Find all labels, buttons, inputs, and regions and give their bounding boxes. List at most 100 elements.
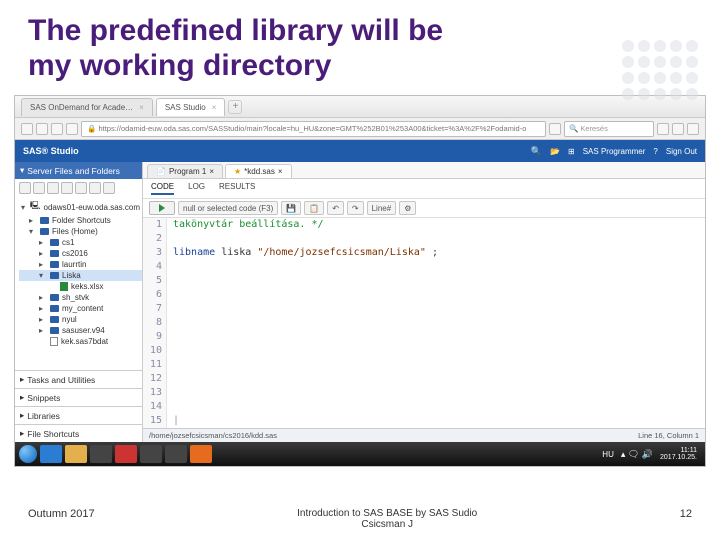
search-box[interactable]: 🔍Keresés — [564, 121, 654, 137]
subtab-results[interactable]: RESULTS — [219, 182, 255, 195]
line-num: 3 — [143, 246, 162, 260]
taskbar-app-icon[interactable] — [165, 445, 187, 463]
folder-icon — [50, 239, 59, 246]
tree-node[interactable]: ▸sh_stvk — [19, 292, 142, 303]
tree-root[interactable]: ▾🖳odaws01-euw.oda.sas.com — [19, 199, 142, 215]
taskbar-firefox-icon[interactable] — [190, 445, 212, 463]
tree-node[interactable]: ▸nyul — [19, 314, 142, 325]
tool-button[interactable]: ↷ — [347, 201, 364, 215]
tray-icon[interactable]: ▴ 🗨 🔊 — [621, 449, 653, 460]
folder-icon — [50, 305, 59, 312]
lock-icon: 🔒 — [87, 124, 96, 133]
browser-tabstrip: SAS OnDemand for Acade…× SAS Studio× + — [15, 96, 705, 118]
folder-icon — [50, 272, 59, 279]
tree-label: Folder Shortcuts — [52, 216, 111, 225]
code-comment: takönyvtár beállítása. */ — [173, 219, 324, 230]
reload-button[interactable] — [51, 123, 63, 135]
tree-file[interactable]: kek.sas7bdat — [19, 336, 142, 347]
slide-title: The predefined library will be my workin… — [0, 0, 720, 89]
role-label[interactable]: SAS Programmer — [583, 147, 646, 156]
code-area[interactable]: 1 2 3 4 5 6 7 8 9 10 11 12 13 14 15 — [143, 218, 705, 428]
editor-subtabs: CODE LOG RESULTS — [143, 179, 705, 199]
star-icon: ★ — [234, 167, 241, 176]
tool-button[interactable] — [19, 182, 31, 194]
subtab-code[interactable]: CODE — [151, 182, 174, 195]
clock[interactable]: 11:11 2017.10.25. — [656, 447, 701, 461]
code-lines[interactable]: takönyvtár beállítása. */ libname liska … — [167, 218, 705, 428]
start-button[interactable] — [19, 445, 37, 463]
close-icon[interactable]: × — [278, 167, 283, 176]
line-num: 15 — [143, 414, 162, 428]
new-button[interactable]: ⊞ — [568, 147, 575, 156]
code-line — [173, 302, 705, 316]
address-bar[interactable]: 🔒 https://odamid-euw.oda.sas.com/SASStud… — [81, 121, 546, 137]
search-placeholder: Keresés — [580, 124, 608, 133]
taskbar-ie-icon[interactable] — [40, 445, 62, 463]
line-jump[interactable]: Line# — [367, 201, 397, 215]
sidebar-section-snippets[interactable]: ▸Snippets — [15, 388, 142, 406]
code-line — [173, 372, 705, 386]
sidebar-header-files[interactable]: ▾Server Files and Folders — [15, 162, 142, 179]
addons-button[interactable] — [672, 123, 684, 135]
tool-button[interactable]: ⚙ — [399, 201, 416, 215]
back-button[interactable] — [21, 123, 33, 135]
sidebar-section-libraries[interactable]: ▸Libraries — [15, 406, 142, 424]
tool-button[interactable] — [103, 182, 115, 194]
footer-center-l1: Introduction to SAS BASE by SAS Sudio — [297, 508, 477, 519]
tree-file[interactable]: keks.xlsx — [19, 281, 142, 292]
sidebar-section-fileshortcuts[interactable]: ▸File Shortcuts — [15, 424, 142, 442]
forward-button[interactable] — [36, 123, 48, 135]
sidebar-section-tasks[interactable]: ▸Tasks and Utilities — [15, 370, 142, 388]
new-tab-button[interactable]: + — [228, 100, 242, 114]
browser-tab[interactable]: SAS Studio× — [156, 98, 226, 116]
tool-button[interactable] — [47, 182, 59, 194]
editor-toolbar: null or selected code (F3) 💾 📋 ↶ ↷ Line#… — [143, 199, 705, 218]
search-icon[interactable]: 🔍 — [531, 146, 542, 157]
stop-button[interactable] — [549, 123, 561, 135]
clock-date: 2017.10.25. — [660, 454, 697, 461]
tool-button[interactable]: 📋 — [304, 201, 324, 215]
editor-tab-active[interactable]: ★*kdd.sas× — [225, 164, 292, 178]
close-icon[interactable]: × — [139, 103, 144, 112]
tree-label: sh_stvk — [62, 293, 89, 302]
close-icon[interactable]: × — [212, 103, 217, 112]
browser-tab[interactable]: SAS OnDemand for Acade…× — [21, 98, 153, 116]
tool-button[interactable] — [61, 182, 73, 194]
tree-label: kek.sas7bdat — [61, 337, 108, 346]
tree-node[interactable]: ▸cs1 — [19, 237, 142, 248]
tree-node[interactable]: ▸sasuser.v94 — [19, 325, 142, 336]
line-num: 8 — [143, 316, 162, 330]
close-icon[interactable]: × — [209, 167, 214, 176]
tool-button[interactable] — [89, 182, 101, 194]
help-icon[interactable]: ? — [653, 147, 657, 156]
xlsx-icon — [60, 282, 68, 291]
folder-open-icon[interactable]: 📂 — [550, 147, 560, 156]
code-line: takönyvtár beállítása. */ — [173, 218, 705, 232]
taskbar-app-icon[interactable] — [90, 445, 112, 463]
section-label: Libraries — [27, 411, 60, 421]
tool-button[interactable] — [33, 182, 45, 194]
tool-button[interactable] — [75, 182, 87, 194]
tree-node[interactable]: ▸Folder Shortcuts — [19, 215, 142, 226]
tree-node[interactable]: ▸laurrtin — [19, 259, 142, 270]
tree-node[interactable]: ▾Files (Home) — [19, 226, 142, 237]
taskbar-app-icon[interactable] — [140, 445, 162, 463]
tree-node-selected[interactable]: ▾Liska — [19, 270, 142, 281]
menu-button[interactable] — [687, 123, 699, 135]
editor-tab[interactable]: 📄Program 1× — [147, 164, 223, 178]
app-header: SAS® Studio 🔍 📂 ⊞ SAS Programmer ? Sign … — [15, 140, 705, 162]
run-button[interactable] — [149, 201, 175, 215]
taskbar-explorer-icon[interactable] — [65, 445, 87, 463]
tab-label: Program 1 — [169, 167, 206, 176]
home-button[interactable] — [66, 123, 78, 135]
downloads-button[interactable] — [657, 123, 669, 135]
tree-node[interactable]: ▸cs2016 — [19, 248, 142, 259]
taskbar-app-icon[interactable] — [115, 445, 137, 463]
lang-indicator[interactable]: HU — [602, 450, 614, 459]
tree-node[interactable]: ▸my_content — [19, 303, 142, 314]
tool-button[interactable]: 💾 — [281, 201, 301, 215]
signout-button[interactable]: Sign Out — [666, 147, 697, 156]
subtab-log[interactable]: LOG — [188, 182, 205, 195]
line-num: 14 — [143, 400, 162, 414]
tool-button[interactable]: ↶ — [327, 201, 344, 215]
